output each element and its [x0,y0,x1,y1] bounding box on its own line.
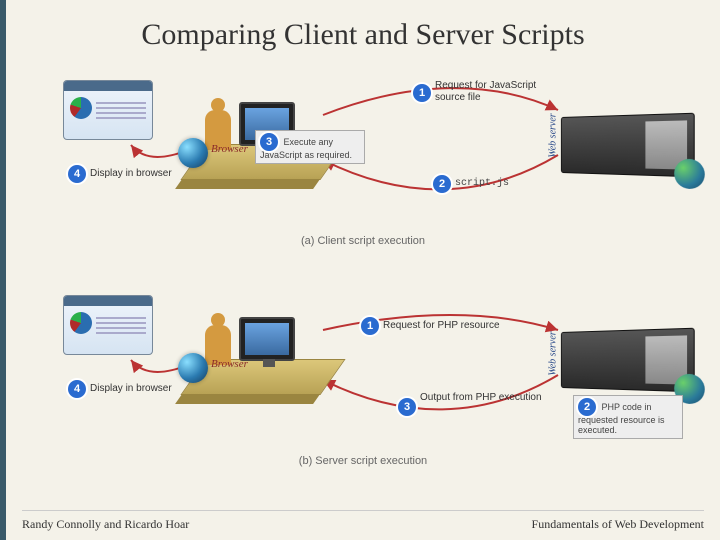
footer: Randy Connolly and Ricardo Hoar Fundamen… [22,510,704,532]
globe-icon [178,138,208,168]
step-text-2: script.js [455,178,509,189]
pie-chart-icon [70,312,92,334]
text-lines-icon [96,314,146,337]
step-badge-4: 4 [68,165,86,183]
step-badge-2: 2 [433,175,451,193]
caption-b: (b) Server script execution [13,455,713,467]
diagram-area: Browser 3 Execute any JavaScript as requ… [13,60,713,490]
client-workstation-icon [193,295,333,395]
step-badge-3: 3 [260,133,278,151]
js-execute-box: 3 Execute any JavaScript as required. [255,130,365,164]
step-badge-1: 1 [413,84,431,102]
page-title: Comparing Client and Server Scripts [6,0,720,60]
browser-window-icon [63,80,153,140]
globe-icon [178,353,208,383]
web-server-label: Web server [548,331,559,375]
step-text-4: Display in browser [90,168,172,180]
step-text-1: Request for PHP resource [383,320,500,332]
step-badge-2: 2 [578,398,596,416]
step-text-1: Request for JavaScript source file [435,80,565,104]
step-badge-1: 1 [361,317,379,335]
text-lines-icon [96,99,146,122]
footer-authors: Randy Connolly and Ricardo Hoar [22,517,189,532]
web-server-label: Web server [548,113,559,157]
step-text-4: Display in browser [90,383,172,395]
server-icon [561,113,695,178]
step-badge-4: 4 [68,380,86,398]
browser-label: Browser [211,143,248,155]
step-text-3: Output from PHP execution [420,392,542,404]
panel-server-script: Browser Web server 1 Request for PHP res… [13,270,713,490]
panel-client-script: Browser 3 Execute any JavaScript as requ… [13,60,713,270]
browser-window-icon [63,295,153,355]
pie-chart-icon [70,97,92,119]
browser-label: Browser [211,358,248,370]
php-execute-box: 2 PHP code in requested resource is exec… [573,395,683,439]
server-globe-icon [674,159,705,190]
step-badge-3: 3 [398,398,416,416]
server-icon [561,328,695,393]
caption-a: (a) Client script execution [13,235,713,247]
footer-book-title: Fundamentals of Web Development [532,517,704,532]
